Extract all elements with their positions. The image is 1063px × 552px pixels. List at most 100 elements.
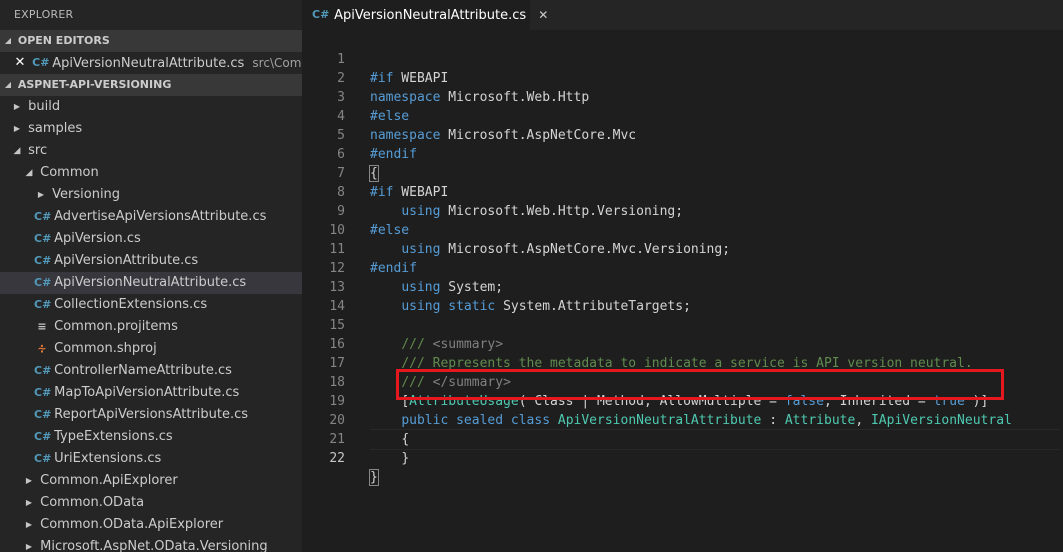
tree-folder[interactable]: ▶ Microsoft.AspNet.OData.Versioning (0, 536, 302, 552)
tree-file-selected[interactable]: C# ApiVersionNeutralAttribute.cs (0, 272, 302, 294)
chevron-down-icon: ◢ (4, 36, 12, 45)
code-line: 17 /// </summary> (302, 335, 1063, 390)
chevron-right-icon: ▶ (37, 190, 45, 199)
code-line: 8 using Microsoft.Web.Http.Versioning; (302, 164, 1063, 219)
code-text: } (401, 451, 410, 466)
chevron-right-icon: ▶ (13, 102, 21, 111)
code-line: 12 using System; (302, 240, 1063, 295)
open-editors-label: OPEN EDITORS (17, 34, 110, 47)
csharp-file-icon: C# (34, 364, 52, 377)
open-editor-item[interactable]: ✕ C# ApiVersionNeutralAttribute.cs src\C… (0, 52, 302, 74)
tree-item-label: src (28, 143, 48, 158)
code-line: 9 #else (302, 183, 1063, 238)
code-line: 22 } (302, 430, 1063, 486)
close-icon[interactable]: ✕ (538, 8, 548, 22)
tree-folder-src[interactable]: ◢ src (0, 140, 302, 162)
red-highlight-box (396, 369, 1004, 400)
code-line: 11 #endif (302, 221, 1063, 276)
editor-tab-active[interactable]: C# ApiVersionNeutralAttribute.cs ✕ (302, 0, 548, 30)
csharp-file-icon: C# (34, 430, 52, 443)
csharp-file-icon: C# (34, 298, 52, 311)
chevron-right-icon: ▶ (25, 498, 33, 507)
tree-item-label: ReportApiVersionsAttribute.cs (54, 407, 249, 422)
tree-item-label: ControllerNameAttribute.cs (54, 363, 232, 378)
open-editor-path: src\Common (252, 56, 302, 70)
chevron-down-icon: ◢ (13, 146, 21, 156)
tree-item-label: ApiVersionAttribute.cs (54, 253, 199, 268)
tree-item-label: TypeExtensions.cs (54, 429, 173, 444)
tree-item-label: Common (40, 165, 99, 180)
tree-file[interactable]: C# TypeExtensions.cs (0, 426, 302, 448)
tree-folder[interactable]: ▶ Common.OData (0, 492, 302, 514)
csharp-file-icon: C# (32, 56, 50, 69)
tree-item-label: Common.projitems (54, 319, 178, 334)
code-line: 6 { (302, 126, 1063, 182)
tree-file[interactable]: C# AdvertiseApiVersionsAttribute.cs (0, 206, 302, 228)
tree-file[interactable]: C# CollectionExtensions.cs (0, 294, 302, 316)
code-line: 10 using Microsoft.AspNetCore.Mvc.Versio… (302, 202, 1063, 257)
tree-file[interactable]: C# ApiVersion.cs (0, 228, 302, 250)
tree-folder[interactable]: ▶ Common.ApiExplorer (0, 470, 302, 492)
csharp-file-icon: C# (34, 210, 52, 223)
code-line: 5 #endif (302, 107, 1063, 162)
code-line: 14 (302, 278, 1063, 314)
code-line: 15 /// <summary> (302, 297, 1063, 352)
bracket-match: } (369, 469, 379, 486)
explorer-sidebar: EXPLORER ◢ OPEN EDITORS ✕ C# ApiVersionN… (0, 0, 302, 552)
tree-folder[interactable]: ▶ Common.OData.ApiExplorer (0, 514, 302, 536)
tree-file[interactable]: C# ControllerNameAttribute.cs (0, 360, 302, 382)
code-editor[interactable]: 1 #if WEBAPI 2 namespace Microsoft.Web.H… (302, 30, 1063, 552)
tree-file[interactable]: C# ReportApiVersionsAttribute.cs (0, 404, 302, 426)
code-line: 3 #else (302, 69, 1063, 124)
tree-folder-samples[interactable]: ▶ samples (0, 118, 302, 140)
tree-file[interactable]: C# ApiVersionAttribute.cs (0, 250, 302, 272)
list-file-icon: ≡ (37, 320, 47, 333)
tree-item-label: build (28, 99, 61, 114)
close-icon[interactable]: ✕ (12, 52, 28, 74)
tree-file[interactable]: C# MapToApiVersionAttribute.cs (0, 382, 302, 404)
chevron-down-icon: ◢ (25, 168, 33, 178)
explorer-title: EXPLORER (14, 8, 74, 21)
open-editor-filename: ApiVersionNeutralAttribute.cs (52, 56, 245, 71)
csharp-file-icon: C# (312, 8, 330, 21)
tree-file[interactable]: ≡ Common.projitems (0, 316, 302, 338)
tree-item-label: CollectionExtensions.cs (54, 297, 208, 312)
tree-file[interactable]: ∻ Common.shproj (0, 338, 302, 360)
chevron-right-icon: ▶ (25, 520, 33, 529)
tree-file[interactable]: C# UriExtensions.cs (0, 448, 302, 470)
chevron-right-icon: ▶ (25, 542, 33, 551)
code-line: 7 #if WEBAPI (302, 145, 1063, 200)
code-line: 16 /// Represents the metadata to indica… (302, 316, 1063, 371)
open-editors-header[interactable]: ◢ OPEN EDITORS (0, 30, 302, 52)
tree-item-label: ApiVersionNeutralAttribute.cs (54, 275, 247, 290)
csharp-file-icon: C# (34, 452, 52, 465)
rss-file-icon: ∻ (37, 342, 47, 355)
tree-item-label: Microsoft.AspNet.OData.Versioning (40, 539, 268, 552)
csharp-file-icon: C# (34, 276, 52, 289)
tree-item-label: ApiVersion.cs (54, 231, 141, 246)
code-line: 4 namespace Microsoft.AspNetCore.Mvc (302, 88, 1063, 143)
code-line: 13 using static System.AttributeTargets; (302, 259, 1063, 314)
csharp-file-icon: C# (34, 408, 52, 421)
code-line: 1 #if WEBAPI (302, 31, 1063, 86)
tree-item-label: samples (28, 121, 83, 136)
tree-item-label: Common.OData (40, 495, 145, 510)
code-text: } (369, 468, 379, 487)
csharp-file-icon: C# (34, 254, 52, 267)
code-line: 2 namespace Microsoft.Web.Http (302, 50, 1063, 105)
tree-item-label: AdvertiseApiVersionsAttribute.cs (54, 209, 267, 224)
tree-item-label: UriExtensions.cs (54, 451, 162, 466)
code-line: 21 } (302, 411, 1063, 466)
tree-folder-versioning[interactable]: ▶ Versioning (0, 184, 302, 206)
csharp-file-icon: C# (34, 232, 52, 245)
tree-item-label: MapToApiVersionAttribute.cs (54, 385, 240, 400)
tree-item-label: Common.OData.ApiExplorer (40, 517, 224, 532)
tree-folder-common[interactable]: ◢ Common (0, 162, 302, 184)
workspace-header[interactable]: ◢ ASPNET-API-VERSIONING (0, 74, 302, 96)
tree-folder-build[interactable]: ▶ build (0, 96, 302, 118)
csharp-file-icon: C# (34, 386, 52, 399)
tab-label: ApiVersionNeutralAttribute.cs (334, 8, 527, 23)
file-tree: ▶ build ▶ samples ◢ src ◢ Common ▶ Versi… (0, 96, 302, 552)
editor-tab-bar: C# ApiVersionNeutralAttribute.cs ✕ (302, 0, 1063, 30)
workspace-label: ASPNET-API-VERSIONING (17, 78, 172, 91)
